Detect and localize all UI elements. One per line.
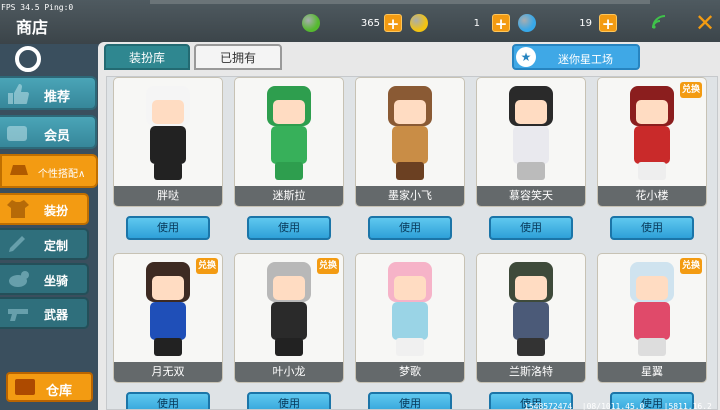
skin-name: 墨家小飞 — [356, 186, 464, 206]
use-button[interactable]: 使用 — [489, 216, 573, 240]
skin-figure — [260, 262, 318, 360]
skin-name: 月无双 — [114, 362, 222, 382]
main-panel: 装扮库 已拥有 ★ 迷你星工场 胖哒 使用 迷斯拉 使用 墨家小飞 使用 慕容笑天 使用 兑换花… — [98, 42, 720, 410]
skin-card[interactable]: 兰斯洛特 — [476, 253, 586, 383]
skin-name: 叶小龙 — [235, 362, 343, 382]
coin-count: 1 — [473, 17, 480, 29]
avatar[interactable] — [15, 46, 41, 72]
skin-grid: 胖哒 使用 迷斯拉 使用 墨家小飞 使用 慕容笑天 使用 兑换 花小楼 使用 兑换 月无双 使用 兑换 叶小龙… — [106, 76, 718, 410]
warehouse-label: 仓库 — [46, 384, 73, 399]
exchange-badge: 兑换 — [317, 258, 339, 274]
skin-card[interactable]: 墨家小飞 — [355, 77, 465, 207]
tab-owned[interactable]: 已拥有 — [194, 44, 282, 70]
exchange-badge: 兑换 — [196, 258, 218, 274]
skin-figure — [139, 86, 197, 184]
skin-figure — [502, 262, 560, 360]
gem-count: 365 — [360, 17, 380, 29]
green-gem-icon — [302, 14, 320, 32]
subnav-costume-label: 装扮 — [44, 204, 69, 218]
use-button[interactable]: 使用 — [247, 216, 331, 240]
signal-icon — [652, 15, 666, 29]
subnav-custom[interactable]: 定制 — [0, 228, 89, 260]
skin-name: 兰斯洛特 — [477, 362, 585, 382]
subnav-weapon-label: 武器 — [44, 308, 69, 322]
close-button[interactable]: ✕ — [693, 11, 717, 35]
skin-card[interactable]: 兑换星翼 — [597, 253, 707, 383]
page-title: 商店 — [16, 18, 49, 37]
nav-recommended[interactable]: 推荐 — [0, 76, 97, 110]
fps-readout: FPS 34.5 Ping:0 — [1, 3, 74, 12]
subnav-custom-label: 定制 — [44, 239, 69, 253]
skin-figure — [381, 86, 439, 184]
nav-recommended-label: 推荐 — [44, 90, 71, 105]
subnav-mount[interactable]: 坐骑 — [0, 263, 89, 295]
outfit-icon — [6, 198, 30, 220]
skin-card[interactable]: 慕容笑天 — [476, 77, 586, 207]
add-coins-button[interactable]: + — [492, 14, 510, 33]
skin-figure — [623, 262, 681, 360]
bean-count: 19 — [579, 17, 592, 29]
nav-custom-label: 个性搭配∧ — [38, 169, 86, 180]
nav-vip-label: 会员 — [44, 129, 71, 144]
skin-figure — [260, 86, 318, 184]
top-stripe — [150, 0, 650, 4]
chest-icon — [15, 379, 35, 395]
mini-bean-icon — [518, 14, 536, 32]
gun-icon — [6, 302, 30, 324]
use-button[interactable]: 使用 — [368, 216, 452, 240]
subnav-weapon[interactable]: 武器 — [0, 297, 89, 329]
brush-icon — [6, 233, 30, 255]
use-button[interactable]: 使用 — [368, 392, 452, 409]
add-gems-button[interactable]: + — [384, 14, 402, 33]
thumbs-up-icon — [4, 82, 30, 106]
skin-figure — [502, 86, 560, 184]
skin-figure — [623, 86, 681, 184]
exchange-badge: 兑换 — [680, 82, 702, 98]
use-button[interactable]: 使用 — [610, 216, 694, 240]
gold-coin-icon — [410, 14, 428, 32]
exchange-badge: 兑换 — [680, 258, 702, 274]
nav-custom-outfit[interactable]: 个性搭配∧ — [0, 154, 98, 188]
skin-name: 星翼 — [598, 362, 706, 382]
skin-name: 梦歌 — [356, 362, 464, 382]
skin-card[interactable]: 兑换月无双 — [113, 253, 223, 383]
top-bar: FPS 34.5 Ping:0 商店 365 + 1 + 19 + ✕ — [0, 0, 720, 44]
skin-card[interactable]: 兑换叶小龙 — [234, 253, 344, 383]
use-button[interactable]: 使用 — [247, 392, 331, 409]
skin-name: 迷斯拉 — [235, 186, 343, 206]
nav-vip[interactable]: 会员 — [0, 115, 97, 149]
star-icon: ★ — [516, 47, 536, 67]
skin-card[interactable]: 兑换花小楼 — [597, 77, 707, 207]
skin-figure — [139, 262, 197, 360]
currency-gems: 365 — [302, 13, 380, 33]
mini-workshop-button[interactable]: ★ 迷你星工场 — [512, 44, 640, 70]
vip-icon — [4, 121, 30, 145]
skin-name: 胖哒 — [114, 186, 222, 206]
skin-card[interactable]: 胖哒 — [113, 77, 223, 207]
add-beans-button[interactable]: + — [599, 14, 617, 33]
subnav-costume[interactable]: 装扮 — [0, 193, 89, 225]
currency-coins: 1 — [410, 13, 480, 33]
mount-icon — [6, 268, 30, 290]
use-button[interactable]: 使用 — [126, 392, 210, 409]
skin-name: 慕容笑天 — [477, 186, 585, 206]
use-button[interactable]: 使用 — [126, 216, 210, 240]
skin-name: 花小楼 — [598, 186, 706, 206]
mini-workshop-label: 迷你星工场 — [558, 53, 613, 66]
warehouse-button[interactable]: 仓库 — [6, 372, 93, 402]
skin-figure — [381, 262, 439, 360]
skin-card[interactable]: 迷斯拉 — [234, 77, 344, 207]
tab-costume-library[interactable]: 装扮库 — [104, 44, 190, 70]
subnav-mount-label: 坐骑 — [44, 274, 69, 288]
skin-card[interactable]: 梦歌 — [355, 253, 465, 383]
currency-beans: 19 — [518, 13, 592, 33]
hat-icon — [8, 161, 30, 181]
coordinate-readout: 1548572474 |08/1011.45.0 |5811.16.2 — [524, 402, 712, 410]
